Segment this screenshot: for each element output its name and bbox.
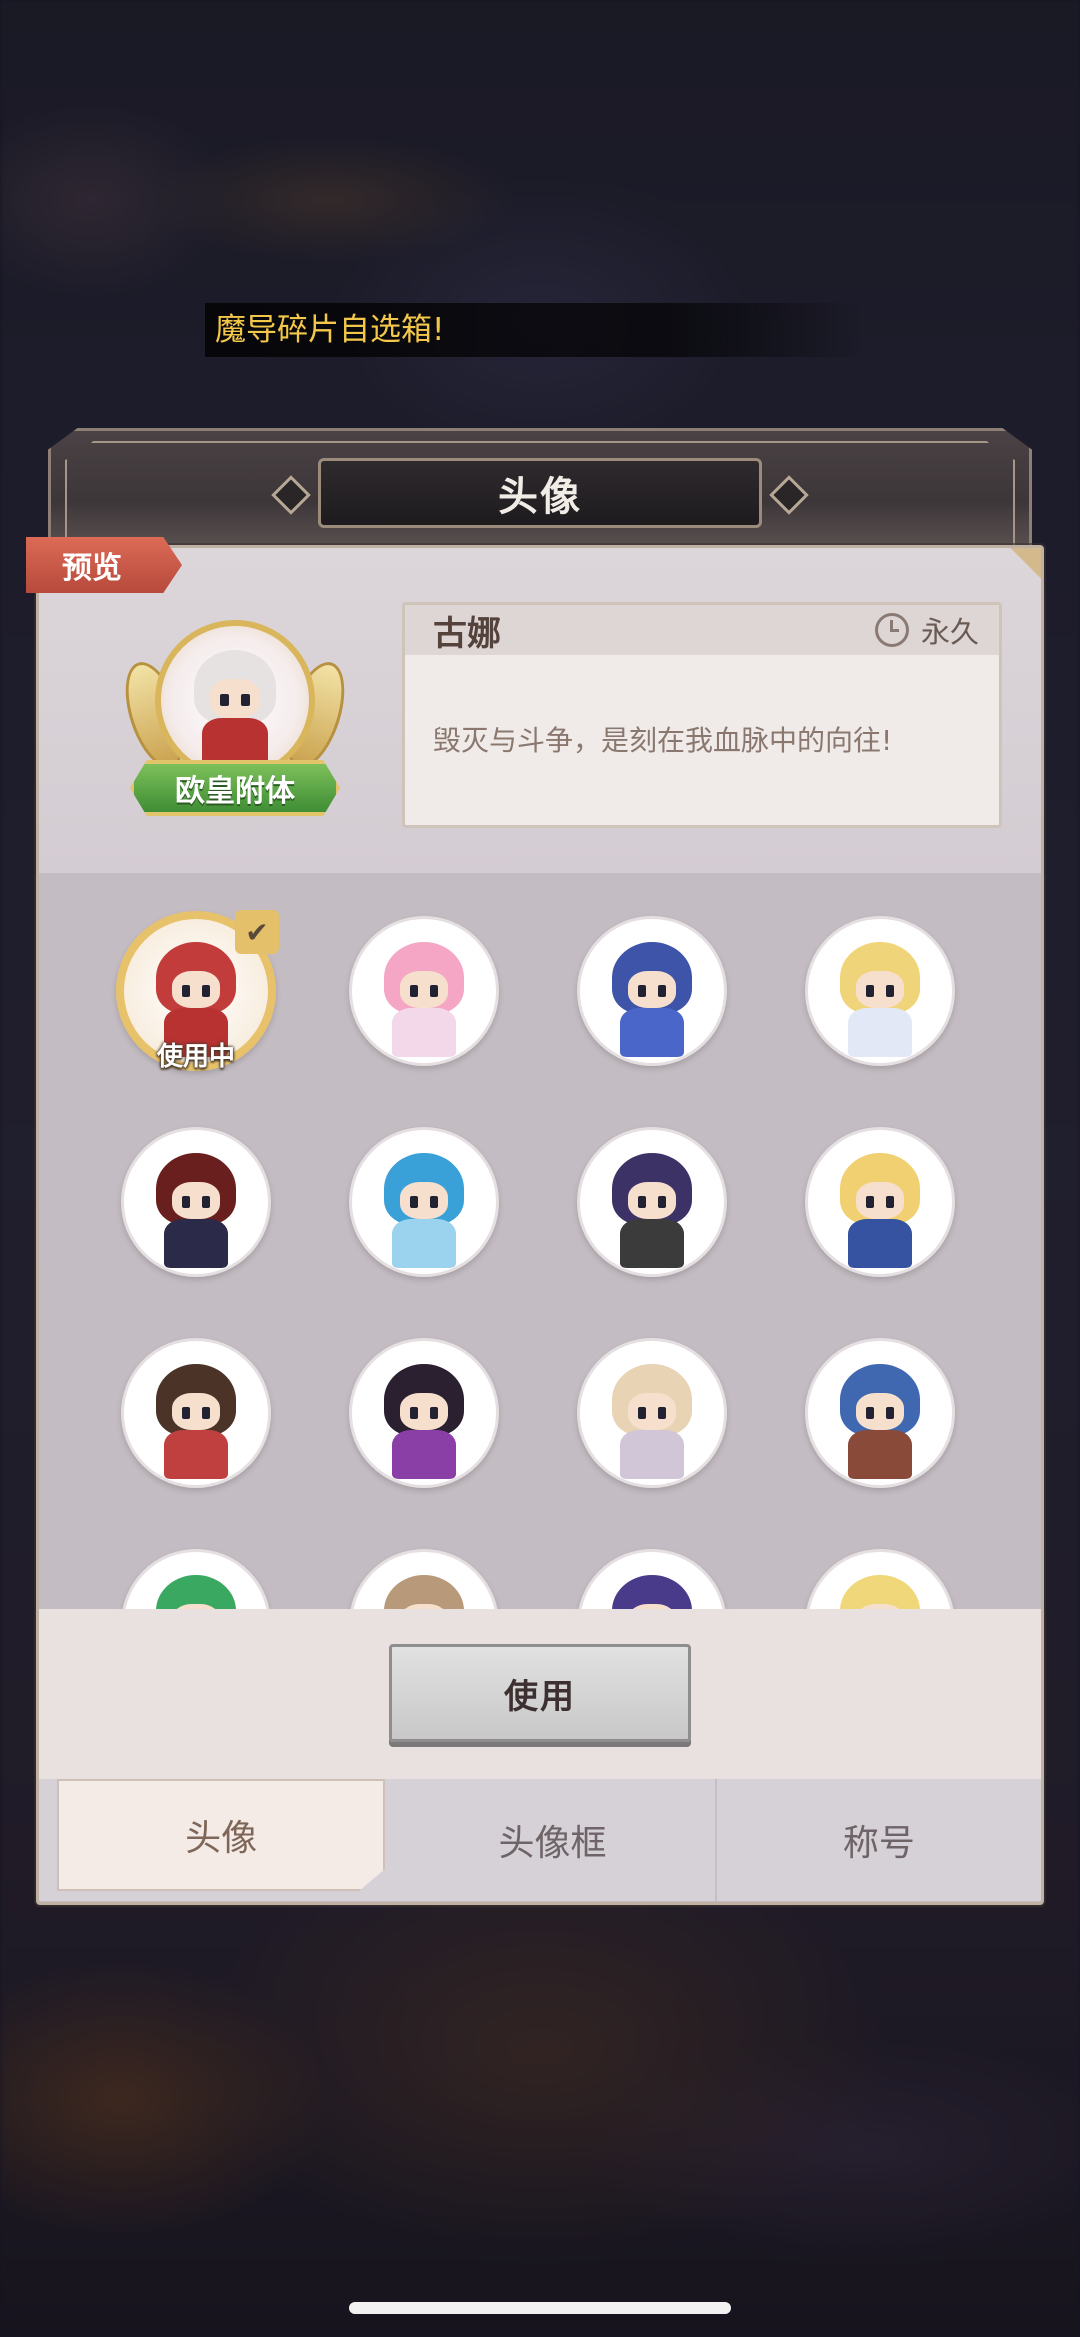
avatar-portrait — [577, 1549, 727, 1610]
preview-tag: 预览 — [26, 537, 182, 593]
avatar-option[interactable] — [805, 916, 955, 1066]
announcement-marquee: 魔导碎片自选箱! — [205, 303, 865, 357]
dialog-title-plate: 头像 — [271, 458, 809, 528]
avatar-portrait — [805, 1338, 955, 1488]
tab-title[interactable]: 称号 — [717, 1779, 1041, 1901]
avatar-portrait — [349, 1338, 499, 1488]
duration: 永久 — [874, 609, 979, 651]
avatar-option[interactable] — [349, 1127, 499, 1277]
avatar-option[interactable] — [349, 1338, 499, 1488]
avatar-option[interactable] — [577, 1549, 727, 1610]
avatar-name: 古娜 — [433, 613, 501, 654]
avatar-portrait — [577, 1338, 727, 1488]
dialog-title: 头像 — [498, 474, 582, 520]
checkmark-icon: ✔ — [235, 910, 279, 954]
avatar-grid: ✔ 使用中 — [116, 910, 955, 1610]
clock-icon — [874, 613, 909, 647]
avatar-option[interactable]: ✔ 使用中 — [116, 910, 279, 1072]
avatar-info-card: 古娜 永久 毁灭与斗争，是刻在我血脉中的向往! — [402, 602, 1002, 828]
duration-label: 永久 — [920, 615, 979, 649]
avatar-portrait — [121, 1549, 271, 1610]
avatar-portrait — [805, 916, 955, 1066]
avatar-option[interactable] — [805, 1127, 955, 1277]
avatar-option[interactable] — [805, 1338, 955, 1488]
avatar-option[interactable] — [577, 1338, 727, 1488]
corner-ornament — [991, 548, 1041, 598]
avatar-portrait — [577, 916, 727, 1066]
avatar-option[interactable] — [121, 1127, 271, 1277]
avatar-portrait — [121, 1127, 271, 1277]
in-use-label: 使用中 — [156, 1042, 235, 1072]
avatar-option[interactable] — [121, 1549, 271, 1610]
avatar-option[interactable] — [577, 1127, 727, 1277]
tab-avatar[interactable]: 头像 — [57, 1779, 386, 1891]
avatar-option[interactable] — [121, 1338, 271, 1488]
selected-avatar-portrait — [155, 620, 315, 780]
avatar-option[interactable] — [805, 1549, 955, 1610]
avatar-option[interactable] — [349, 1549, 499, 1610]
selected-avatar-preview: 欧皇附体 — [114, 620, 356, 830]
avatar-grid-scroll[interactable]: ✔ 使用中 — [39, 870, 1041, 1610]
avatar-portrait — [805, 1549, 955, 1610]
use-button[interactable]: 使用 — [389, 1644, 691, 1742]
category-tabs: 头像 头像框 称号 — [39, 1779, 1041, 1901]
action-bar: 使用 — [39, 1609, 1041, 1779]
info-card-header: 古娜 永久 — [405, 605, 999, 655]
tab-avatar-frame[interactable]: 头像框 — [390, 1779, 717, 1901]
avatar-portrait — [349, 1127, 499, 1277]
avatar-portrait — [349, 916, 499, 1066]
avatar-portrait — [577, 1127, 727, 1277]
avatar-description: 毁灭与斗争，是刻在我血脉中的向往! — [433, 724, 893, 757]
title-badge: 欧皇附体 — [130, 760, 340, 816]
avatar-portrait — [349, 1549, 499, 1610]
avatar-portrait — [805, 1127, 955, 1277]
avatar-option[interactable] — [349, 916, 499, 1066]
home-indicator[interactable] — [349, 2302, 731, 2314]
avatar-option[interactable] — [577, 916, 727, 1066]
avatar-portrait — [121, 1338, 271, 1488]
